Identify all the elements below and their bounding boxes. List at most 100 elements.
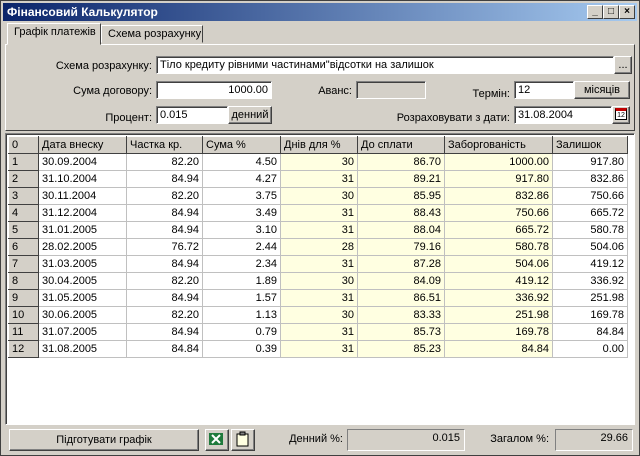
cell-payment-date[interactable]: 30.06.2005 (38, 306, 127, 324)
cell-row-index[interactable]: 9 (8, 289, 39, 307)
table-row[interactable]: 9 31.05.2005 84.94 1.57 31 86.51 336.92 251.98 (8, 289, 628, 307)
cell-payment-date[interactable]: 31.07.2005 (38, 323, 127, 341)
column-header-interest-days[interactable]: Днів для % (280, 136, 358, 154)
column-header-index[interactable]: 0 (8, 136, 39, 154)
scheme-select-button[interactable]: ... (614, 56, 632, 74)
calendar-button[interactable]: 12 (612, 106, 630, 124)
cell-balance[interactable]: 665.72 (552, 204, 628, 222)
cell-row-index[interactable]: 8 (8, 272, 39, 290)
cell-balance[interactable]: 504.06 (552, 238, 628, 256)
term-field[interactable]: 12 (514, 81, 574, 99)
cell-amount-due[interactable]: 88.43 (357, 204, 445, 222)
cell-payment-date[interactable]: 30.04.2005 (38, 272, 127, 290)
table-row[interactable]: 4 31.12.2004 84.94 3.49 31 88.43 750.66 665.72 (8, 204, 628, 222)
cell-row-index[interactable]: 12 (8, 340, 39, 358)
term-unit-button[interactable]: місяців (574, 81, 630, 99)
date-field[interactable]: 31.08.2004 (514, 106, 612, 124)
cell-principal-share[interactable]: 84.94 (126, 170, 203, 188)
cell-principal-share[interactable]: 84.94 (126, 323, 203, 341)
percent-field[interactable]: 0.015 (156, 106, 228, 124)
minimize-button[interactable]: _ (587, 5, 603, 19)
cell-interest-sum[interactable]: 1.13 (202, 306, 281, 324)
cell-balance[interactable]: 832.86 (552, 170, 628, 188)
cell-row-index[interactable]: 7 (8, 255, 39, 273)
cell-debt[interactable]: 504.06 (444, 255, 553, 273)
cell-row-index[interactable]: 3 (8, 187, 39, 205)
cell-row-index[interactable]: 5 (8, 221, 39, 239)
column-header-payment-date[interactable]: Дата внеску (38, 136, 127, 154)
cell-principal-share[interactable]: 76.72 (126, 238, 203, 256)
cell-interest-sum[interactable]: 3.75 (202, 187, 281, 205)
cell-interest-sum[interactable]: 1.57 (202, 289, 281, 307)
cell-row-index[interactable]: 4 (8, 204, 39, 222)
column-header-balance[interactable]: Залишок (552, 136, 628, 154)
table-row[interactable]: 1 30.09.2004 82.20 4.50 30 86.70 1000.00 917.80 (8, 153, 628, 171)
cell-payment-date[interactable]: 31.01.2005 (38, 221, 127, 239)
cell-principal-share[interactable]: 84.94 (126, 221, 203, 239)
cell-interest-sum[interactable]: 2.34 (202, 255, 281, 273)
cell-amount-due[interactable]: 83.33 (357, 306, 445, 324)
cell-debt[interactable]: 832.86 (444, 187, 553, 205)
cell-interest-sum[interactable]: 2.44 (202, 238, 281, 256)
cell-payment-date[interactable]: 31.08.2005 (38, 340, 127, 358)
column-header-amount-due[interactable]: До сплати (357, 136, 445, 154)
prepare-schedule-button[interactable]: Підготувати графік (9, 429, 199, 451)
cell-interest-days[interactable]: 31 (280, 170, 358, 188)
table-row[interactable]: 3 30.11.2004 82.20 3.75 30 85.95 832.86 750.66 (8, 187, 628, 205)
cell-amount-due[interactable]: 86.51 (357, 289, 445, 307)
cell-balance[interactable]: 336.92 (552, 272, 628, 290)
cell-debt[interactable]: 169.78 (444, 323, 553, 341)
cell-interest-days[interactable]: 31 (280, 221, 358, 239)
cell-interest-days[interactable]: 30 (280, 153, 358, 171)
payment-schedule-grid[interactable]: 0 Дата внеску Частка кр. Сума % Днів для… (5, 133, 635, 425)
cell-balance[interactable]: 917.80 (552, 153, 628, 171)
cell-payment-date[interactable]: 31.05.2005 (38, 289, 127, 307)
cell-payment-date[interactable]: 30.09.2004 (38, 153, 127, 171)
cell-interest-sum[interactable]: 4.27 (202, 170, 281, 188)
table-row[interactable]: 7 31.03.2005 84.94 2.34 31 87.28 504.06 419.12 (8, 255, 628, 273)
cell-amount-due[interactable]: 85.95 (357, 187, 445, 205)
amount-field[interactable]: 1000.00 (156, 81, 272, 99)
cell-interest-days[interactable]: 31 (280, 323, 358, 341)
table-row[interactable]: 8 30.04.2005 82.20 1.89 30 84.09 419.12 336.92 (8, 272, 628, 290)
table-row[interactable]: 11 31.07.2005 84.94 0.79 31 85.73 169.78 84.84 (8, 323, 628, 341)
close-button[interactable]: × (619, 5, 635, 19)
cell-payment-date[interactable]: 30.11.2004 (38, 187, 127, 205)
column-header-debt[interactable]: Заборгованість (444, 136, 553, 154)
percent-unit-button[interactable]: денний (228, 106, 272, 124)
table-row[interactable]: 10 30.06.2005 82.20 1.13 30 83.33 251.98 169.78 (8, 306, 628, 324)
cell-interest-days[interactable]: 30 (280, 306, 358, 324)
cell-interest-sum[interactable]: 4.50 (202, 153, 281, 171)
cell-payment-date[interactable]: 31.12.2004 (38, 204, 127, 222)
cell-principal-share[interactable]: 84.94 (126, 255, 203, 273)
scheme-field[interactable]: Тіло кредиту рівними частинами"відсотки … (156, 56, 614, 74)
cell-debt[interactable]: 580.78 (444, 238, 553, 256)
cell-balance[interactable]: 0.00 (552, 340, 628, 358)
cell-amount-due[interactable]: 88.04 (357, 221, 445, 239)
cell-debt[interactable]: 750.66 (444, 204, 553, 222)
cell-debt[interactable]: 665.72 (444, 221, 553, 239)
cell-row-index[interactable]: 2 (8, 170, 39, 188)
export-excel-button[interactable] (205, 429, 229, 451)
cell-balance[interactable]: 169.78 (552, 306, 628, 324)
cell-principal-share[interactable]: 84.84 (126, 340, 203, 358)
cell-amount-due[interactable]: 86.70 (357, 153, 445, 171)
cell-balance[interactable]: 750.66 (552, 187, 628, 205)
cell-amount-due[interactable]: 84.09 (357, 272, 445, 290)
table-row[interactable]: 12 31.08.2005 84.84 0.39 31 85.23 84.84 0.00 (8, 340, 628, 358)
cell-balance[interactable]: 251.98 (552, 289, 628, 307)
column-header-interest-sum[interactable]: Сума % (202, 136, 281, 154)
cell-principal-share[interactable]: 82.20 (126, 153, 203, 171)
cell-amount-due[interactable]: 79.16 (357, 238, 445, 256)
copy-clipboard-button[interactable] (231, 429, 255, 451)
cell-interest-days[interactable]: 31 (280, 289, 358, 307)
cell-debt[interactable]: 419.12 (444, 272, 553, 290)
maximize-button[interactable]: □ (603, 5, 619, 19)
cell-amount-due[interactable]: 85.23 (357, 340, 445, 358)
cell-debt[interactable]: 917.80 (444, 170, 553, 188)
cell-row-index[interactable]: 11 (8, 323, 39, 341)
cell-interest-days[interactable]: 31 (280, 255, 358, 273)
cell-principal-share[interactable]: 82.20 (126, 272, 203, 290)
cell-interest-days[interactable]: 31 (280, 204, 358, 222)
tab-payment-schedule[interactable]: Графік платежів (7, 23, 101, 45)
